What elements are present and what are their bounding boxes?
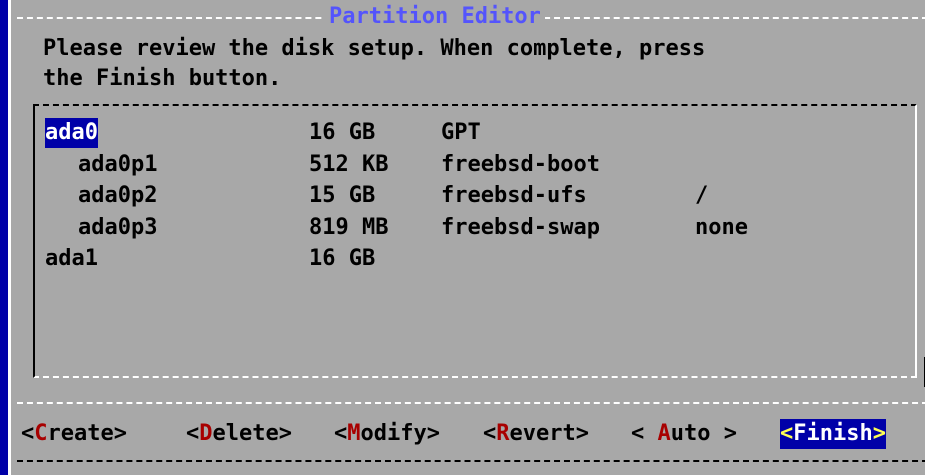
partition-size: 15 GB	[309, 183, 376, 208]
button-bracket-left: <	[186, 421, 200, 446]
button-hotkey: A	[657, 421, 671, 446]
button-bracket-left: <	[483, 421, 497, 446]
button-label-rest: uto	[670, 421, 711, 446]
partition-row-ada1[interactable]: ada1 16 GB	[45, 244, 375, 274]
button-bracket-right: >	[710, 421, 737, 446]
partition-name: ada0	[45, 118, 98, 148]
button-bracket-left: <	[334, 421, 348, 446]
dialog-bottom-border	[17, 460, 925, 462]
partition-type: freebsd-boot	[441, 152, 600, 177]
button-label-rest: inish	[806, 421, 873, 446]
create-button[interactable]: <Create>	[21, 419, 127, 449]
partition-row-ada0p1[interactable]: ada0p1 512 KB freebsd-boot	[45, 150, 600, 180]
button-separator	[17, 402, 925, 404]
modify-button[interactable]: <Modify>	[334, 419, 440, 449]
button-bracket-right: >	[426, 421, 440, 446]
button-hotkey: M	[347, 421, 361, 446]
partition-name: ada0p2	[78, 183, 158, 208]
partition-type: GPT	[441, 120, 481, 145]
dialog-title: Partition Editor	[325, 4, 545, 30]
dialog-prompt: Please review the disk setup. When compl…	[43, 36, 706, 91]
finish-button[interactable]: <Finish>	[780, 419, 886, 449]
partition-name: ada0p1	[78, 152, 158, 177]
revert-button[interactable]: <Revert>	[483, 419, 589, 449]
button-bracket-right: >	[872, 421, 886, 446]
delete-button[interactable]: <Delete>	[186, 419, 292, 449]
button-bracket-right: >	[575, 421, 589, 446]
partition-size: 16 GB	[309, 246, 376, 271]
auto-button[interactable]: < Auto >	[631, 419, 737, 449]
button-label-rest: evert	[509, 421, 576, 446]
partition-row-ada0[interactable]: ada0 16 GB GPT	[45, 118, 481, 148]
button-bar: <Create> <Delete> <Modify> <Revert> < Au…	[21, 419, 886, 449]
partition-mount: /	[695, 183, 709, 208]
partition-row-ada0p3[interactable]: ada0p3 819 MB freebsd-swap none	[45, 213, 748, 243]
partition-size: 16 GB	[309, 120, 376, 145]
button-hotkey: F	[793, 421, 807, 446]
button-label-rest: odify	[360, 421, 427, 446]
partition-name: ada1	[45, 246, 98, 271]
button-label-rest: reate	[47, 421, 114, 446]
button-label-rest: elete	[212, 421, 279, 446]
partition-editor-dialog: Partition Editor Please review the disk …	[8, 0, 925, 475]
button-bracket-right: >	[278, 421, 292, 446]
partition-list[interactable]: ada0 16 GB GPT ada0p1 512 KB freebsd-boo…	[33, 104, 917, 378]
button-bracket-left: <	[631, 421, 658, 446]
partition-row-ada0p2[interactable]: ada0p2 15 GB freebsd-ufs /	[45, 181, 708, 211]
partition-size: 512 KB	[309, 152, 389, 177]
partition-name: ada0p3	[78, 215, 158, 240]
partition-size: 819 MB	[309, 215, 389, 240]
button-bracket-left: <	[21, 421, 35, 446]
button-hotkey: R	[496, 421, 510, 446]
button-hotkey: C	[34, 421, 48, 446]
button-hotkey: D	[199, 421, 213, 446]
partition-type: freebsd-swap	[441, 215, 600, 240]
button-bracket-right: >	[113, 421, 127, 446]
partition-type: freebsd-ufs	[441, 183, 587, 208]
button-bracket-left: <	[780, 421, 794, 446]
partition-mount: none	[695, 215, 748, 240]
